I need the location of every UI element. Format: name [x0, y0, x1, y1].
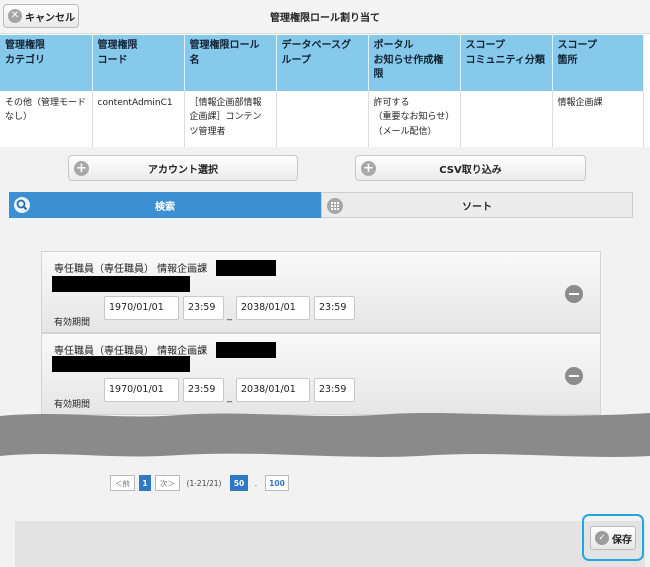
end-date-input[interactable]: 2038/01/01 — [236, 378, 310, 402]
list-item: 専任職員（専任職員） 情報企画課 有効期間 1970/01/01 23:59 _… — [41, 251, 601, 333]
page-size-100[interactable]: 100 — [265, 475, 289, 491]
cell-text: ［情報企画部情報 企画課］コンテン ツ管理者 — [189, 98, 262, 137]
range-separator: _ — [227, 310, 232, 321]
cell-text: 情報企画課 — [557, 98, 603, 108]
plus-circle-icon: + — [361, 161, 376, 176]
save-label: 保存 — [612, 534, 632, 546]
validity-label: 有効期間 — [54, 318, 91, 328]
tab-sort[interactable]: ソート — [321, 192, 633, 218]
end-date-input[interactable]: 2038/01/01 — [236, 296, 310, 320]
page-size-50[interactable]: 50 — [230, 475, 248, 491]
prev-page-button[interactable]: ＜前 — [110, 475, 135, 491]
remove-icon[interactable] — [565, 367, 583, 385]
table-cell: 情報企画課 — [552, 91, 644, 148]
grid-icon — [327, 198, 343, 214]
table-cell — [276, 91, 369, 148]
redaction-block — [216, 342, 276, 358]
start-date-input[interactable]: 1970/01/01 — [104, 296, 179, 320]
plus-circle-icon: + — [74, 161, 89, 176]
table-header-row: 管理権限 カテゴリ 管理権限 コード 管理権限ロール 名 データベースグ ループ… — [0, 35, 644, 91]
table-cell: 許可する （重要なお知らせ） （メール配信） — [368, 91, 461, 148]
end-time-input[interactable]: 23:59 — [314, 378, 355, 402]
list-item: 専任職員（専任職員） 情報企画課 有効期間 1970/01/01 23:59 _… — [41, 333, 601, 415]
check-circle-icon: ✓ — [595, 531, 609, 545]
csv-import-button[interactable]: + CSV取り込み — [355, 155, 586, 181]
column-header: 管理権限 カテゴリ — [0, 35, 93, 91]
member-name: 専任職員（専任職員） 情報企画課 — [54, 264, 208, 275]
column-header: スコープ コミュニティ分類 — [460, 35, 553, 91]
role-table: 管理権限 カテゴリ 管理権限 コード 管理権限ロール 名 データベースグ ループ… — [0, 35, 644, 148]
cell-text: その他（管理モード なし） — [5, 98, 87, 123]
footer-bar — [15, 521, 645, 567]
column-header-text: 管理権限ロール 名 — [189, 40, 260, 66]
cell-text: 許可する （重要なお知らせ） （メール配信） — [373, 98, 455, 137]
column-header-text: データベースグ ループ — [281, 40, 352, 66]
table-cell: ［情報企画部情報 企画課］コンテン ツ管理者 — [184, 91, 277, 148]
table-row: その他（管理モード なし） contentAdminC1 ［情報企画部情報 企画… — [0, 91, 644, 148]
start-date-input[interactable]: 1970/01/01 — [104, 378, 179, 402]
redaction-block — [216, 260, 276, 276]
page-size-separator: . — [254, 478, 258, 488]
page-range: (1-21/21) — [186, 478, 222, 488]
account-select-label: アカウント選択 — [148, 164, 218, 176]
tab-sort-label: ソート — [462, 201, 492, 213]
range-separator: _ — [227, 392, 232, 403]
table-cell: contentAdminC1 — [92, 91, 185, 148]
page-title: 管理権限ロール割り当て — [270, 13, 380, 24]
member-name: 専任職員（専任職員） 情報企画課 — [54, 346, 208, 357]
column-header-text: スコープ コミュニティ分類 — [465, 40, 545, 66]
save-button[interactable]: ✓ 保存 — [590, 526, 636, 550]
tab-search-label: 検索 — [155, 201, 175, 213]
redaction-block — [52, 276, 190, 292]
column-header-text: 管理権限 カテゴリ — [5, 40, 45, 66]
cell-text: contentAdminC1 — [97, 98, 173, 108]
remove-icon[interactable] — [565, 285, 583, 303]
tab-search[interactable]: 検索 — [9, 192, 321, 218]
end-time-input[interactable]: 23:59 — [314, 296, 355, 320]
save-focus-ring: ✓ 保存 — [582, 514, 644, 561]
column-header: 管理権限ロール 名 — [184, 35, 277, 91]
omitted-content-strip — [0, 413, 650, 457]
account-select-button[interactable]: + アカウント選択 — [68, 155, 298, 181]
next-page-button[interactable]: 次＞ — [155, 475, 180, 491]
column-header: スコープ 箇所 — [552, 35, 644, 91]
start-time-input[interactable]: 23:59 — [183, 378, 224, 402]
redaction-block — [52, 356, 190, 372]
column-header-text: スコープ 箇所 — [557, 40, 597, 66]
start-time-input[interactable]: 23:59 — [183, 296, 224, 320]
column-header: ポータル お知らせ作成権 限 — [368, 35, 461, 91]
search-icon — [14, 197, 30, 213]
validity-label: 有効期間 — [54, 400, 91, 410]
table-cell: その他（管理モード なし） — [0, 91, 93, 148]
column-header-text: ポータル お知らせ作成権 限 — [373, 40, 444, 80]
column-header: 管理権限 コード — [92, 35, 185, 91]
top-bar: ✕ キャンセル 管理権限ロール割り当て — [0, 0, 650, 34]
assignment-panel: + アカウント選択 + CSV取り込み 検索 ソート 専任職員（専任職員） 情報… — [0, 147, 650, 567]
column-header: データベースグ ループ — [276, 35, 369, 91]
column-header-text: 管理権限 コード — [97, 40, 138, 66]
table-cell — [460, 91, 553, 148]
page-number-current[interactable]: 1 — [139, 475, 151, 491]
csv-import-label: CSV取り込み — [439, 164, 502, 176]
